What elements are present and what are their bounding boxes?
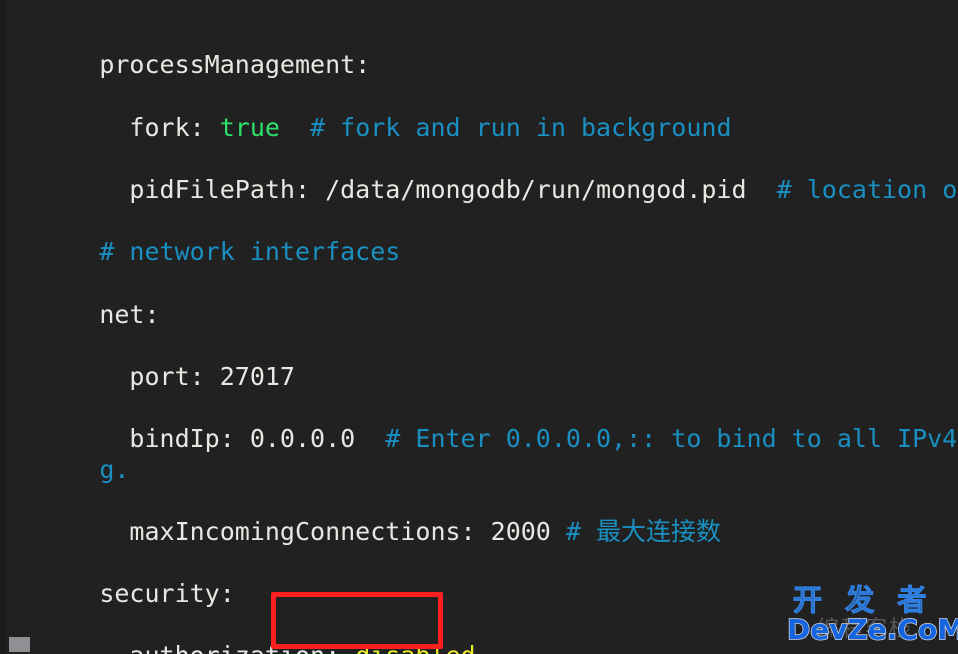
- code-token-key: net:: [99, 300, 160, 329]
- code-token-comment-wrapped: g.: [99, 455, 130, 484]
- code-token-comment: # fork and run in background: [279, 113, 732, 142]
- code-token-key-value: bindIp: 0.0.0.0: [99, 424, 356, 453]
- code-token-comment-cjk: # 最大连接数: [565, 517, 722, 546]
- code-token-comment: # network interfaces: [99, 237, 401, 266]
- code-token-boolean: true: [219, 113, 280, 142]
- code-token-comment: # location of p: [776, 175, 958, 204]
- code-line-bindip[interactable]: bindIp: 0.0.0.0 # Enter 0.0.0.0,:: to bi…: [9, 394, 958, 484]
- code-editor-screenshot: processManagement: fork: true # fork and…: [0, 0, 958, 654]
- code-token-key: fork:: [99, 113, 220, 142]
- code-token-key: security:: [99, 579, 235, 608]
- code-token-key-value: pidFilePath: /data/mongodb/run/mongod.pi…: [99, 175, 747, 204]
- text-cursor-block: [9, 637, 30, 652]
- annotation-red-rectangle: [271, 592, 443, 649]
- code-token-key-value: port: 27017: [99, 362, 295, 391]
- code-token-key: processManagement:: [99, 50, 371, 79]
- code-token-key-value: maxIncomingConnections: 2000: [99, 517, 566, 546]
- code-token-comment: # Enter 0.0.0.0,:: to bind to all IPv4 a: [355, 424, 958, 453]
- code-text-area[interactable]: processManagement: fork: true # fork and…: [0, 0, 958, 654]
